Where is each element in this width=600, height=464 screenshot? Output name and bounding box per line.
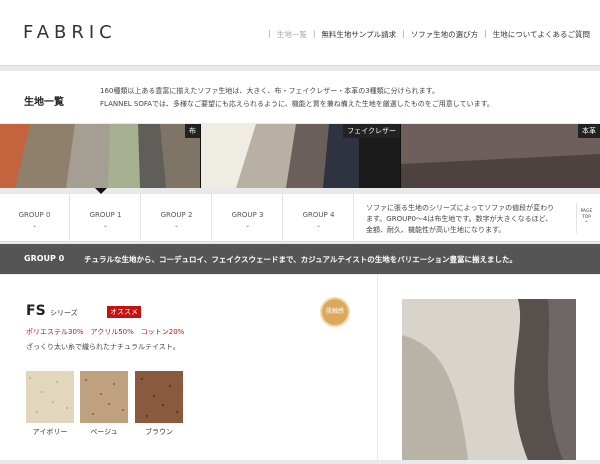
nav-item-fabric-list[interactable]: 生地一覧 xyxy=(277,29,307,40)
texture-badge: 肌触感 xyxy=(320,297,350,327)
group-tabs: GROUP 0 ⌄ GROUP 1 ⌄ GROUP 2 ⌄ GROUP 3 ⌄ … xyxy=(0,194,600,242)
product-photo xyxy=(378,275,600,460)
swatch-label-brown: ブラウン xyxy=(145,428,173,436)
group-desc-line-1: ソファに張る生地のシリーズによってソファの値段が変わり xyxy=(366,204,555,212)
tab-group-4[interactable]: GROUP 4 ⌄ xyxy=(284,194,354,242)
category-strip: 布 フェイクレザー 本革 xyxy=(0,124,600,188)
intro-line-2: FLANNEL SOFAでは、多様なご要望にも応えられるように、機能と質を兼ね備… xyxy=(100,100,494,108)
group-desc-line-3: 金額、耐久、機能性が高い生地になります。 xyxy=(366,226,506,234)
tab-label: GROUP 0 xyxy=(18,211,51,219)
site-logo[interactable]: FABRIC xyxy=(23,22,117,43)
swatch-label-ivory: アイボリー xyxy=(32,428,68,436)
nav-separator: | xyxy=(484,29,487,38)
product-name: FS xyxy=(26,303,46,319)
group-bar-label: GROUP 0 xyxy=(24,254,65,263)
page-title: 生地一覧 xyxy=(24,97,64,108)
cloth-image xyxy=(0,124,200,188)
chevron-down-icon: ⌄ xyxy=(102,222,109,229)
category-cloth[interactable]: 布 xyxy=(0,124,200,188)
tab-label: GROUP 3 xyxy=(231,211,264,219)
recommend-badge: オススメ xyxy=(107,306,141,318)
fiber-composition: ポリエステル30% アクリル50% コットン20% xyxy=(26,328,185,336)
nav-item-faq[interactable]: 生地についてよくあるご質問 xyxy=(493,29,590,40)
swatch-label-beige: ベージュ xyxy=(90,428,118,436)
tab-group-3[interactable]: GROUP 3 ⌄ xyxy=(213,194,283,242)
nav-separator: | xyxy=(268,29,271,38)
tab-group-2[interactable]: GROUP 2 ⌄ xyxy=(142,194,212,242)
category-label-fake-leather: フェイクレザー xyxy=(343,124,400,138)
nav-item-how-to-choose[interactable]: ソファ生地の選び方 xyxy=(411,29,479,40)
swatch-ivory[interactable] xyxy=(26,371,74,423)
intro-section: 生地一覧 160種類以上ある豊富に揃えたソファ生地は、大きく、布・フェイクレザー… xyxy=(0,67,600,123)
tab-label: GROUP 1 xyxy=(89,211,122,219)
product-description: ざっくり太い糸で織られたナチュラルテイスト。 xyxy=(26,343,180,351)
product-series: シリーズ xyxy=(50,309,78,317)
product-card: FS シリーズ オススメ ポリエステル30% アクリル50% コットン20% ざ… xyxy=(0,275,377,460)
group-description: ソファに張る生地のシリーズによってソファの値段が変わり ます。GROUP0～4は… xyxy=(366,203,574,236)
group-desc-line-2: ます。GROUP0～4は布生地です。数字が大きくなるほど、 xyxy=(366,215,553,223)
swatch-brown[interactable] xyxy=(135,371,183,423)
group-bar-description: チュラルな生地から、コーデュロイ、フェイクスウェードまで、カジュアルテイストの生… xyxy=(84,255,518,264)
nav-separator: | xyxy=(402,29,405,38)
tab-label: GROUP 4 xyxy=(302,211,335,219)
category-label-cloth: 布 xyxy=(185,124,200,138)
tab-label: GROUP 2 xyxy=(160,211,193,219)
category-genuine-leather[interactable]: 本革 xyxy=(401,124,600,188)
site-header: FABRIC | 生地一覧 | 無料生地サンプル請求 | ソファ生地の選び方 |… xyxy=(0,0,600,66)
intro-text: 160種類以上ある豊富に揃えたソファ生地は、大きく、布・フェイクレザー・本革の3… xyxy=(100,85,494,111)
chevron-down-icon: ⌄ xyxy=(315,222,322,229)
chevron-up-icon: ^ xyxy=(584,221,589,226)
intro-line-1: 160種類以上ある豊富に揃えたソファ生地は、大きく、布・フェイクレザー・本革の3… xyxy=(100,87,439,95)
swatch-beige[interactable] xyxy=(80,371,128,423)
product-photo-panel xyxy=(378,275,600,460)
tab-group-1[interactable]: GROUP 1 ⌄ xyxy=(71,194,141,242)
category-fake-leather[interactable]: フェイクレザー xyxy=(201,124,400,188)
chevron-down-icon: ⌄ xyxy=(244,222,251,229)
leather-image xyxy=(401,124,600,188)
page-top-button[interactable]: PAGE TOP ^ xyxy=(576,203,596,233)
nav-separator: | xyxy=(312,29,316,38)
nav-item-sample-request[interactable]: 無料生地サンプル請求 xyxy=(321,29,396,40)
category-label-genuine-leather: 本革 xyxy=(578,124,600,138)
group-bar: GROUP 0 チュラルな生地から、コーデュロイ、フェイクスウェードまで、カジュ… xyxy=(0,244,600,274)
global-nav: | 生地一覧 | 無料生地サンプル請求 | ソファ生地の選び方 | 生地について… xyxy=(262,29,590,40)
chevron-down-icon: ⌄ xyxy=(31,222,38,229)
chevron-down-icon: ⌄ xyxy=(173,222,180,229)
tab-group-0[interactable]: GROUP 0 ⌄ xyxy=(0,194,70,242)
